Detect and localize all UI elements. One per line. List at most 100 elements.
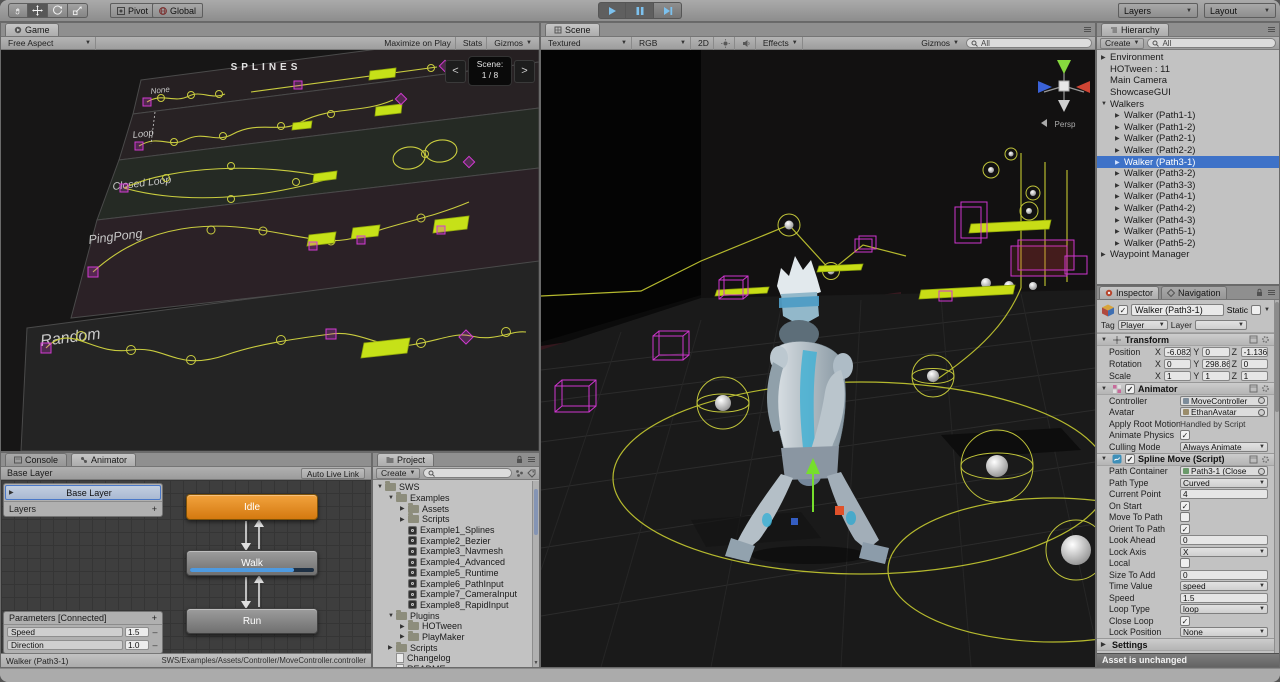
- panel-menu-icon[interactable]: [1267, 288, 1276, 297]
- position-x-field[interactable]: -6.082: [1164, 347, 1191, 357]
- tab-project[interactable]: Project: [377, 453, 434, 466]
- project-item[interactable]: Example2_Bezier: [373, 535, 539, 546]
- object-picker-icon[interactable]: [1258, 468, 1265, 475]
- expand-arrow-icon[interactable]: ▶: [1115, 182, 1124, 189]
- tag-dropdown[interactable]: Player▼: [1118, 320, 1168, 330]
- rotation-y-field[interactable]: 298.86: [1202, 359, 1229, 369]
- scene-search-input[interactable]: All: [966, 38, 1092, 48]
- effects-dropdown[interactable]: Effects▼: [759, 37, 803, 50]
- search-by-label-icon[interactable]: [527, 469, 536, 478]
- rotation-x-field[interactable]: 0: [1164, 359, 1191, 369]
- hierarchy-item[interactable]: ▶ Walker (Path1-2): [1097, 122, 1279, 134]
- panel-menu-icon[interactable]: [527, 455, 536, 464]
- lock-position-dropdown[interactable]: None▼: [1180, 627, 1268, 637]
- audio-toggle-button[interactable]: [738, 37, 756, 50]
- hierarchy-item[interactable]: ▶ Walker (Path3-2): [1097, 168, 1279, 180]
- settings-header[interactable]: ▶ Settings: [1097, 638, 1274, 651]
- expand-arrow-icon[interactable]: ▶: [388, 644, 396, 651]
- lighting-toggle-button[interactable]: [717, 37, 735, 50]
- hierarchy-item[interactable]: ▶ Walker (Path2-2): [1097, 145, 1279, 157]
- remove-parameter-button[interactable]: –: [151, 627, 159, 637]
- hierarchy-item[interactable]: ShowcaseGUI: [1097, 87, 1279, 99]
- state-idle[interactable]: Idle: [186, 494, 318, 520]
- expand-arrow-icon[interactable]: ▶: [1115, 147, 1124, 154]
- expand-arrow-icon[interactable]: ▶: [1115, 112, 1124, 119]
- hierarchy-item[interactable]: ▶ Waypoint Manager: [1097, 249, 1279, 261]
- stats-button[interactable]: Stats: [459, 37, 487, 50]
- animator-component-header[interactable]: ▼ ✓ Animator: [1097, 382, 1274, 395]
- hierarchy-item[interactable]: ▶ Walker (Path4-1): [1097, 191, 1279, 203]
- lock-axis-dropdown[interactable]: X▼: [1180, 547, 1268, 557]
- local-checkbox[interactable]: [1180, 558, 1190, 568]
- hierarchy-item[interactable]: HOTween : 11: [1097, 64, 1279, 76]
- static-dropdown-icon[interactable]: ▼: [1264, 307, 1270, 313]
- tab-console[interactable]: Console: [5, 453, 67, 466]
- hierarchy-item[interactable]: Main Camera: [1097, 75, 1279, 87]
- next-scene-button[interactable]: >: [514, 60, 535, 83]
- move-tool-button[interactable]: [28, 3, 48, 18]
- scroll-down-arrow-icon[interactable]: ▼: [533, 660, 539, 666]
- fold-arrow-icon[interactable]: ▼: [1101, 456, 1109, 462]
- gizmo-center-cube[interactable]: [1059, 81, 1069, 91]
- time-value-dropdown[interactable]: speed▼: [1180, 581, 1268, 591]
- shading-dropdown[interactable]: Textured▼: [544, 37, 632, 50]
- hierarchy-item[interactable]: ▶ Walker (Path5-1): [1097, 226, 1279, 238]
- transform-header[interactable]: ▼ Transform: [1097, 333, 1274, 346]
- path-type-dropdown[interactable]: Curved▼: [1180, 478, 1268, 488]
- hierarchy-item[interactable]: ▶ Environment: [1097, 52, 1279, 64]
- expand-arrow-icon[interactable]: ▶: [1115, 159, 1124, 166]
- tab-game[interactable]: Game: [5, 23, 59, 36]
- expand-arrow-icon[interactable]: ▶: [400, 633, 408, 640]
- inspector-scrollbar[interactable]: [1274, 300, 1279, 653]
- static-checkbox[interactable]: [1251, 305, 1261, 315]
- game-gizmos-dropdown[interactable]: Gizmos▼: [490, 37, 536, 50]
- on-start-checkbox[interactable]: ✓: [1180, 501, 1190, 511]
- project-item[interactable]: ▶ Scripts: [373, 514, 539, 525]
- project-item[interactable]: ▶ Assets: [373, 503, 539, 514]
- expand-arrow-icon[interactable]: ▶: [1115, 135, 1124, 142]
- expand-arrow-icon[interactable]: ▶: [400, 623, 408, 630]
- hierarchy-create-button[interactable]: Create▼: [1100, 38, 1144, 49]
- expand-arrow-icon[interactable]: ▶: [1115, 193, 1124, 200]
- project-item[interactable]: Example4_Advanced: [373, 557, 539, 568]
- hierarchy-item[interactable]: ▶ Walker (Path1-1): [1097, 110, 1279, 122]
- tab-animator[interactable]: Animator: [71, 453, 136, 466]
- scrollbar-thumb[interactable]: [1275, 302, 1279, 412]
- expand-arrow-icon[interactable]: ▶: [1101, 54, 1110, 61]
- parameter-value-field[interactable]: 1.0: [125, 640, 149, 650]
- scale-y-field[interactable]: 1: [1202, 371, 1229, 381]
- rotation-z-field[interactable]: 0: [1241, 359, 1268, 369]
- hand-tool-button[interactable]: [8, 3, 28, 18]
- expand-arrow-icon[interactable]: ▶: [1115, 205, 1124, 212]
- rotate-tool-button[interactable]: [48, 3, 68, 18]
- add-layer-button[interactable]: +: [152, 504, 157, 514]
- add-parameter-button[interactable]: +: [152, 613, 157, 623]
- tab-navigation[interactable]: Navigation: [1161, 286, 1227, 299]
- hierarchy-search-input[interactable]: All: [1147, 38, 1276, 48]
- aspect-dropdown[interactable]: Free Aspect▼: [4, 37, 96, 50]
- expand-arrow-icon[interactable]: ▶: [1115, 240, 1124, 247]
- layer-dropdown[interactable]: ▼: [1195, 320, 1247, 330]
- persp-label[interactable]: Persp: [1055, 120, 1076, 129]
- lock-icon[interactable]: [1255, 288, 1264, 297]
- spline-move-enabled-checkbox[interactable]: ✓: [1125, 454, 1135, 464]
- expand-arrow-icon[interactable]: ▶: [400, 516, 408, 523]
- parameter-value-field[interactable]: 1.5: [125, 627, 149, 637]
- loop-type-dropdown[interactable]: loop▼: [1180, 604, 1268, 614]
- hierarchy-item[interactable]: ▶ Walker (Path4-3): [1097, 214, 1279, 226]
- expand-arrow-icon[interactable]: ▶: [1101, 251, 1110, 258]
- parameter-name[interactable]: Direction: [7, 640, 123, 650]
- orient-to-path-checkbox[interactable]: ✓: [1180, 524, 1190, 534]
- gear-icon[interactable]: [1261, 384, 1270, 393]
- maximize-on-play-button[interactable]: Maximize on Play: [380, 37, 456, 50]
- project-item[interactable]: Example3_Navmesh: [373, 546, 539, 557]
- project-item[interactable]: Example1_Splines: [373, 525, 539, 536]
- remove-parameter-button[interactable]: –: [151, 640, 159, 650]
- expand-arrow-icon[interactable]: ▼: [388, 613, 396, 619]
- lock-icon[interactable]: [515, 455, 524, 464]
- auto-live-link-button[interactable]: Auto Live Link: [301, 468, 365, 479]
- project-item[interactable]: Example7_CameraInput: [373, 589, 539, 600]
- current-point-field[interactable]: 4: [1180, 489, 1268, 499]
- hierarchy-item[interactable]: ▶ Walker (Path5-2): [1097, 238, 1279, 250]
- gear-icon[interactable]: [1261, 455, 1270, 464]
